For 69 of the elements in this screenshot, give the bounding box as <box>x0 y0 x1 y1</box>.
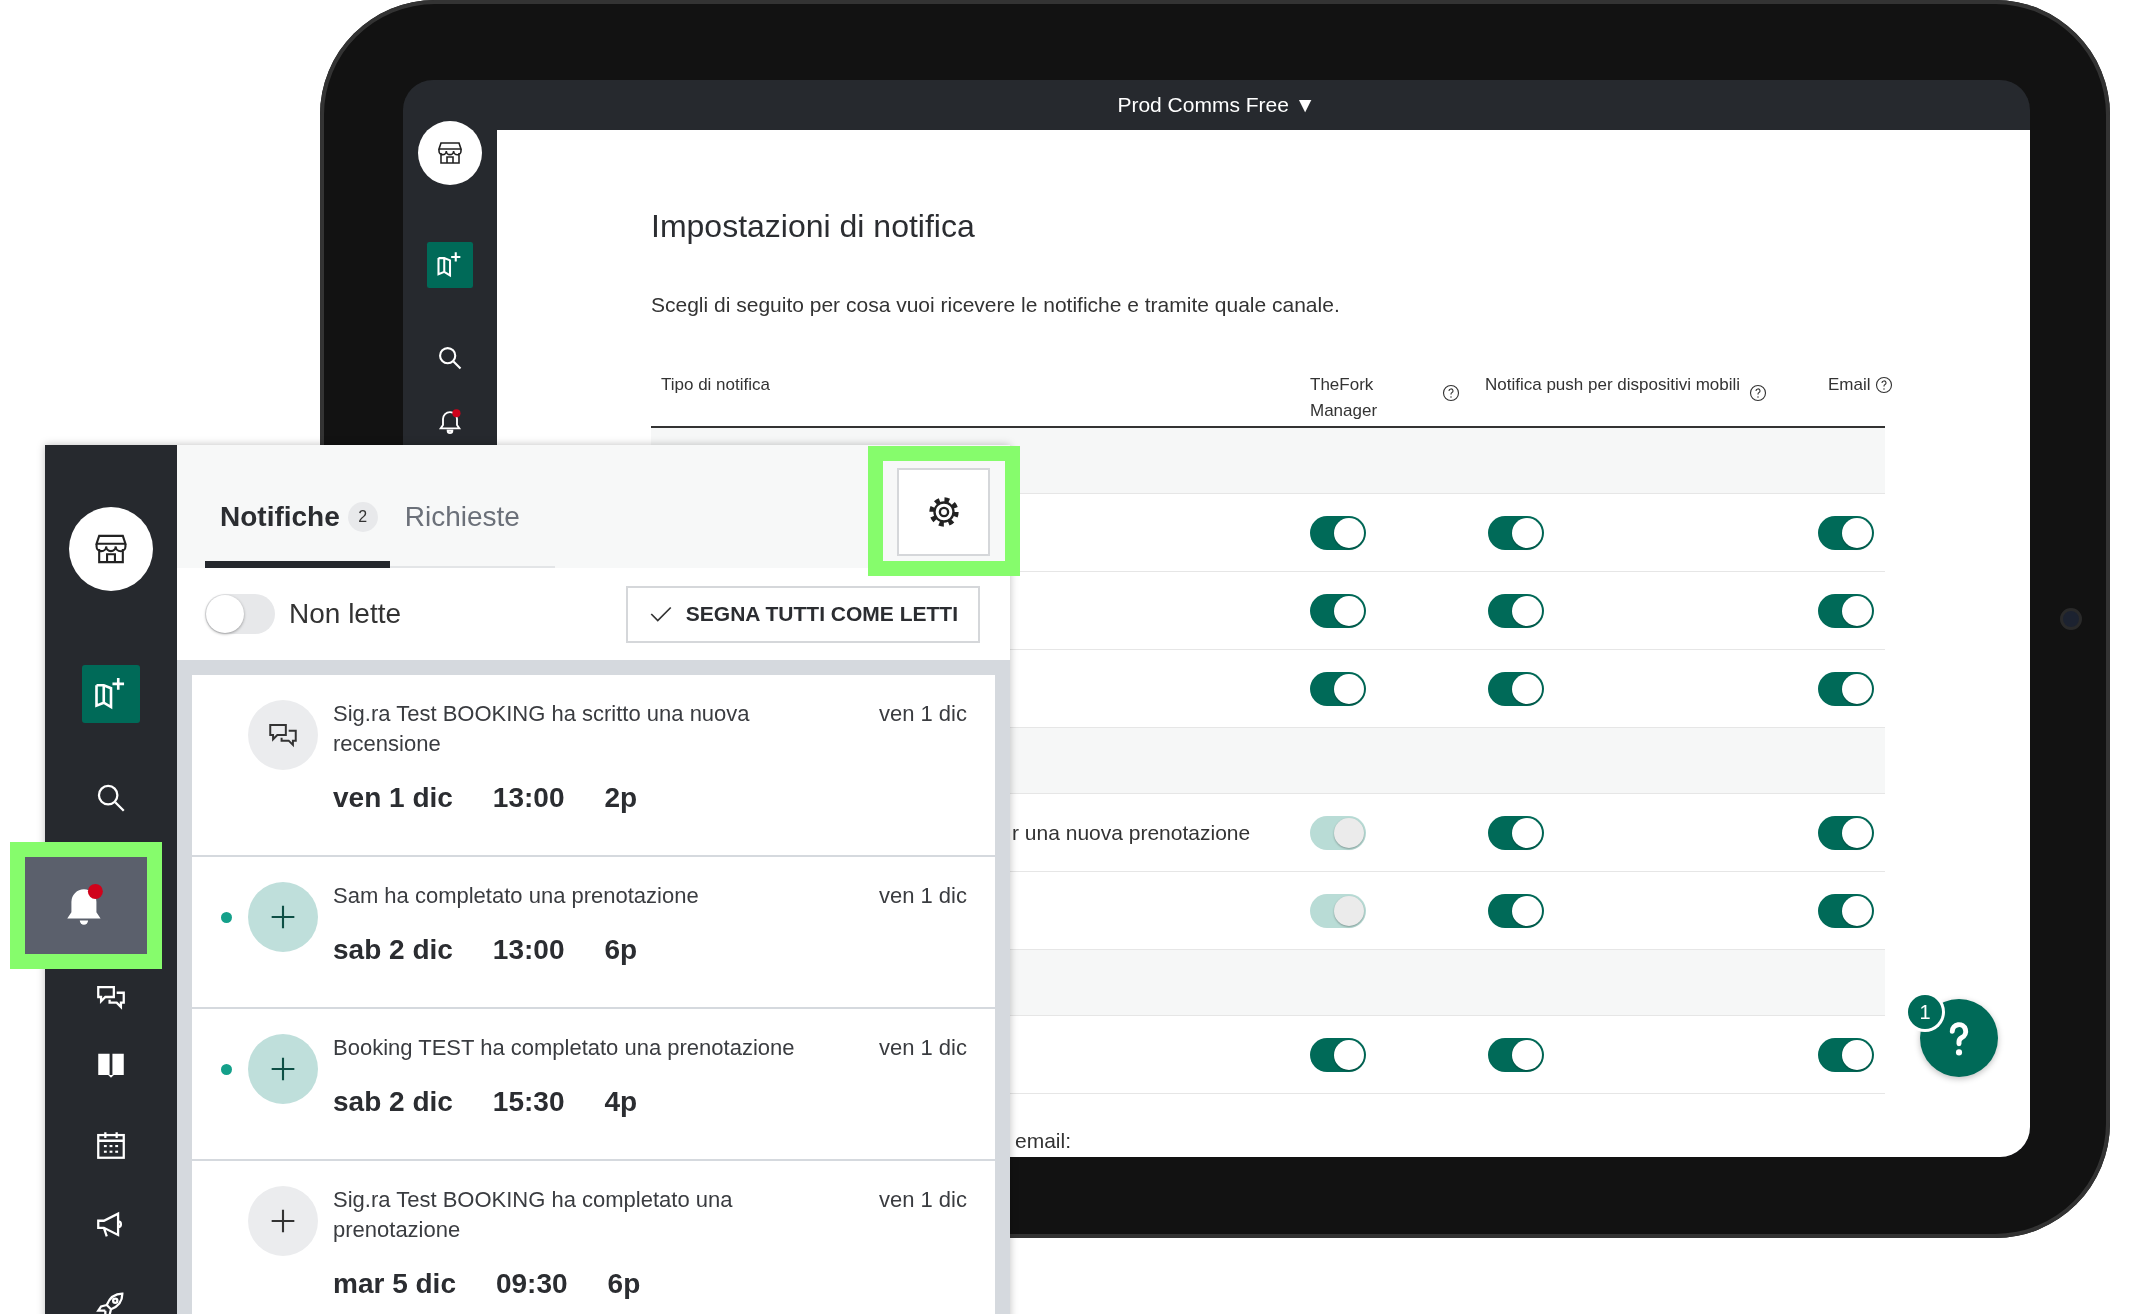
toggle-switch[interactable] <box>1488 593 1544 628</box>
column-header: Email <box>1828 374 1871 396</box>
tab[interactable]: Richieste <box>389 501 532 568</box>
toggle-switch[interactable] <box>1310 671 1366 706</box>
store-icon[interactable] <box>69 507 153 591</box>
toggle-switch[interactable] <box>1488 1037 1544 1072</box>
mark-all-read-button[interactable]: SEGNA TUTTI COME LETTI <box>625 585 980 643</box>
toggle-switch[interactable] <box>1818 1037 1874 1072</box>
help-icon[interactable] <box>1874 376 1893 394</box>
toggle-switch[interactable] <box>1310 1037 1366 1072</box>
toggle-switch[interactable] <box>1818 671 1874 706</box>
search-icon[interactable] <box>436 344 464 372</box>
notification-date: ven 1 dic <box>878 1186 967 1214</box>
toggle-switch[interactable] <box>1818 593 1874 628</box>
book-plus-icon[interactable] <box>80 665 142 723</box>
camera-icon <box>2060 608 2082 630</box>
toggle-switch[interactable] <box>1488 671 1544 706</box>
help-button[interactable] <box>1920 999 1998 1077</box>
toggle-switch[interactable] <box>1818 515 1874 550</box>
footer-text: email: <box>1015 1129 1073 1153</box>
notification-card[interactable]: Booking TEST ha completato una prenotazione ven 1 dic sab 2 dic 15:30 4p <box>192 1009 995 1159</box>
page-title: Impostazioni di notifica <box>651 207 976 246</box>
page-description: Scegli di seguito per cosa vuoi ricevere le notifiche e tramite quale canale. <box>651 293 1341 317</box>
booking-date: ven 1 dic <box>333 781 453 815</box>
toggle-switch[interactable] <box>1310 515 1366 550</box>
booking-time: 15:30 <box>492 1085 565 1119</box>
notification-text: Sam ha completato una prenotazione <box>333 882 700 910</box>
help-badge: 1 <box>1908 995 1942 1029</box>
guest-count: 6p <box>607 1267 641 1301</box>
toggle-switch[interactable] <box>205 594 275 634</box>
column-header: TheFork Manager <box>1310 374 1379 422</box>
notification-text: Sig.ra Test BOOKING ha completato una prenotazione <box>333 1186 734 1244</box>
booking-date: sab 2 dic <box>333 933 453 967</box>
store-icon[interactable] <box>418 121 482 185</box>
notification-card[interactable]: Sig.ra Test BOOKING ha completato una prenotazione ven 1 dic mar 5 dic 09:30 6p <box>192 1161 995 1314</box>
toggle-switch[interactable] <box>1488 815 1544 850</box>
notification-text: Booking TEST ha completato una prenotazione <box>333 1034 796 1062</box>
toggle-switch[interactable] <box>1818 893 1874 928</box>
unread-dot <box>221 912 232 923</box>
count-badge: 2 <box>347 502 378 532</box>
toggle-switch[interactable] <box>1488 893 1544 928</box>
toggle-switch[interactable] <box>1818 815 1874 850</box>
account-menu[interactable]: Prod Comms Free ▼ <box>1109 89 1324 121</box>
booking-date: sab 2 dic <box>333 1085 453 1119</box>
notification-date: ven 1 dic <box>878 1034 967 1062</box>
booking-time: 13:00 <box>492 781 565 815</box>
notification-date: ven 1 dic <box>878 882 967 910</box>
notification-date: ven 1 dic <box>878 700 967 728</box>
settings-button[interactable] <box>897 467 990 556</box>
notification-card[interactable]: Sam ha completato una prenotazione ven 1 dic sab 2 dic 13:00 6p <box>192 857 995 1007</box>
help-icon[interactable] <box>1749 384 1767 402</box>
booking-time: 13:00 <box>492 933 565 967</box>
guest-count: 6p <box>604 933 638 967</box>
guest-count: 4p <box>604 1085 638 1119</box>
booking-time: 09:30 <box>495 1267 568 1301</box>
notification-card[interactable]: Sig.ra Test BOOKING ha scritto una nuova recensione ven 1 dic ven 1 dic 13:00 2p <box>192 675 995 855</box>
book-plus-icon[interactable] <box>426 242 474 288</box>
setting-label: r una nuova prenotazione <box>1012 820 1251 844</box>
unread-dot <box>221 1064 232 1075</box>
help-icon[interactable] <box>1442 384 1460 402</box>
toggle-switch[interactable] <box>1310 593 1366 628</box>
filter-label: Non lette <box>289 598 402 630</box>
booking-date: mar 5 dic <box>333 1267 456 1301</box>
column-header: Tipo di notifica <box>661 374 770 396</box>
toggle-switch[interactable] <box>1488 515 1544 550</box>
notification-text: Sig.ra Test BOOKING ha scritto una nuova recensione <box>333 700 751 758</box>
guest-count: 2p <box>604 781 638 815</box>
column-header: Notifica push per dispositivi mobili <box>1485 374 1742 396</box>
sidebar-item[interactable] <box>10 842 162 969</box>
